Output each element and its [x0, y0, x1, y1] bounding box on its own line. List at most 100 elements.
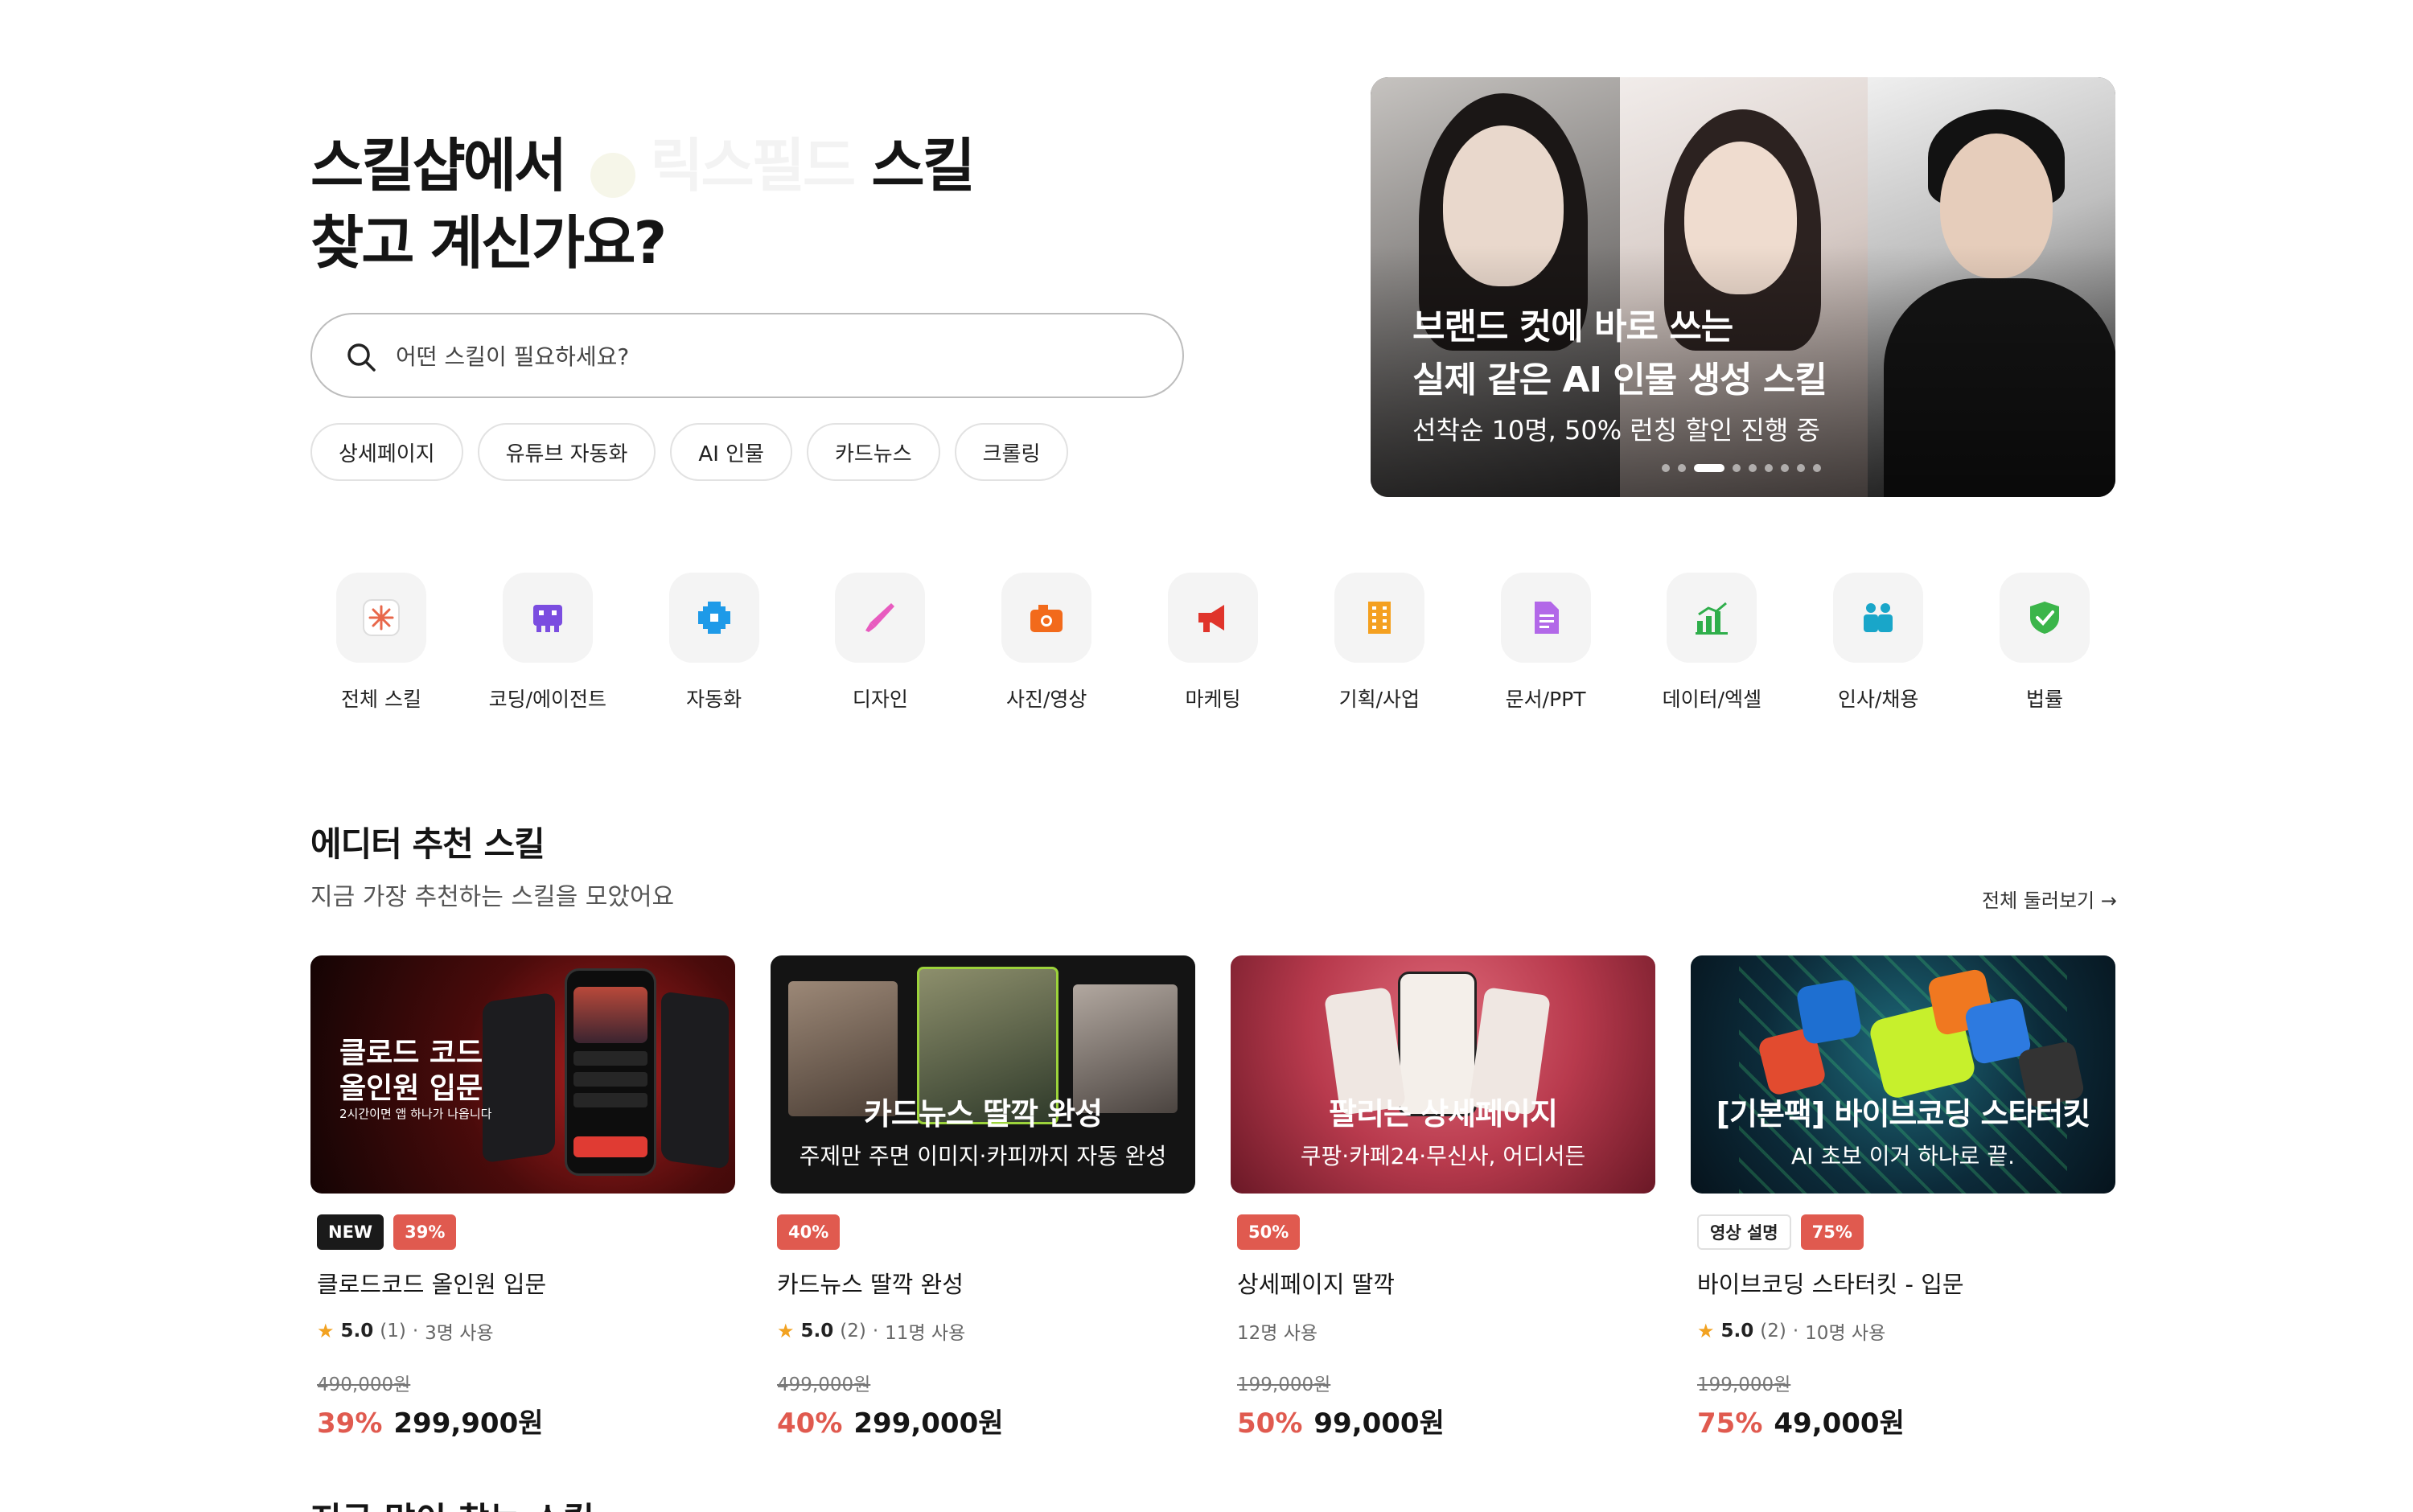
thumb-subtitle: AI 초보 이거 하나로 끝. — [1791, 1143, 2015, 1169]
category-label: 문서/PPT — [1505, 688, 1586, 711]
keyword-chip[interactable]: AI 인물 — [670, 423, 792, 481]
keyword-chip[interactable]: 크롤링 — [954, 423, 1069, 481]
discount-badge: 40% — [777, 1214, 841, 1250]
hero-title-suffix: 스킬 — [871, 132, 975, 199]
search-bar[interactable] — [310, 313, 1184, 398]
search-icon — [347, 343, 376, 372]
category-tile — [1001, 573, 1092, 663]
card-thumbnail: [기본팩] 바이브코딩 스타터킷 AI 초보 이거 하나로 끝. — [1691, 955, 2115, 1194]
megaphone-icon — [1198, 605, 1224, 632]
sale-price: 50% 99,000원 — [1231, 1401, 1655, 1440]
category-item[interactable]: 코딩/에이전트 — [477, 573, 619, 713]
video-badge: 영상 설명 — [1697, 1214, 1791, 1250]
card-meta: ★ 5.0 (2) · 11명 사용 — [771, 1317, 1195, 1345]
pagination-dot[interactable] — [1765, 464, 1773, 472]
category-item[interactable]: 전체 스킬 — [310, 573, 452, 713]
discount-badge: 75% — [1800, 1214, 1864, 1250]
category-tile — [1500, 573, 1591, 663]
category-label: 마케팅 — [1185, 688, 1241, 711]
robot-icon — [532, 605, 562, 632]
sale-price: 75% 49,000원 — [1691, 1401, 2115, 1440]
pagination-dot[interactable] — [1813, 464, 1821, 472]
category-tile — [336, 573, 426, 663]
price-value: 299,000원 — [853, 1407, 1004, 1440]
skill-card[interactable]: 클로드 코드 올인원 입문 2시간이면 앱 하나가 나옵니다 NEW 39% 클… — [310, 955, 735, 1440]
card-badges: 50% — [1231, 1214, 1655, 1250]
rating: 5.0 — [800, 1321, 834, 1341]
search-input[interactable] — [396, 332, 1120, 380]
keyword-chip[interactable]: 카드뉴스 — [806, 423, 940, 481]
user-count: 12명 사용 — [1237, 1323, 1318, 1344]
category-item[interactable]: 마케팅 — [1142, 573, 1284, 713]
thumb-subtitle: 2시간이면 앱 하나가 나옵니다 — [339, 1107, 492, 1121]
skill-card[interactable]: 카드뉴스 딸깍 완성 주제만 주면 이미지·카피까지 자동 완성 40% 카드뉴… — [771, 955, 1195, 1440]
pagination-dot[interactable] — [1694, 464, 1724, 472]
discount-rate: 39% — [317, 1407, 383, 1440]
category-item[interactable]: 인사/채용 — [1807, 573, 1949, 713]
category-label: 인사/채용 — [1837, 688, 1919, 711]
discount-rate: 40% — [777, 1407, 843, 1440]
new-badge: NEW — [317, 1214, 384, 1250]
category-item[interactable]: 기획/사업 — [1309, 573, 1450, 713]
card-meta: 12명 사용 — [1231, 1317, 1655, 1345]
camera-icon — [1030, 605, 1063, 632]
pagination-dot[interactable] — [1662, 464, 1670, 472]
meta-separator: · — [1792, 1321, 1799, 1341]
keyword-chip[interactable]: 유튜브 자동화 — [477, 423, 656, 481]
discount-badge: 39% — [393, 1214, 457, 1250]
original-price: 499,000원 — [777, 1374, 871, 1395]
pagination-dot[interactable] — [1678, 464, 1686, 472]
skill-card[interactable]: 팔리는 상세페이지 쿠팡·카페24·무신사, 어디서든 50% 상세페이지 딸깍… — [1231, 955, 1655, 1440]
rating: 5.0 — [340, 1321, 374, 1341]
next-section-title: 지금 많이 찾는 스킬 — [310, 1493, 594, 1512]
building-icon — [1367, 602, 1391, 634]
category-tile — [1667, 573, 1757, 663]
review-count: (2) — [840, 1321, 866, 1341]
thumb-subtitle: 주제만 주면 이미지·카피까지 자동 완성 — [799, 1143, 1167, 1169]
see-all-link[interactable]: 전체 둘러보기 → — [1982, 885, 2117, 913]
category-list: 전체 스킬 코딩/에이전트 자동화 디자인 사진/영상 마케팅 기획/사업 문서/PPT 데이터… — [310, 573, 2115, 713]
category-tile — [1833, 573, 1924, 663]
star-icon: ★ — [777, 1320, 795, 1342]
price-value: 49,000원 — [1774, 1407, 1905, 1440]
gear-icon — [697, 602, 730, 634]
card-thumbnail: 클로드 코드 올인원 입문 2시간이면 앱 하나가 나옵니다 — [310, 955, 735, 1194]
category-item[interactable]: 자동화 — [643, 573, 785, 713]
discount-rate: 75% — [1697, 1407, 1763, 1440]
category-item[interactable]: 법률 — [1974, 573, 2115, 713]
hero-title-rotating-word: 릭스필드 — [582, 132, 856, 199]
document-icon — [1534, 602, 1559, 634]
banner-headline-2: 실제 같은 AI 인물 생성 스킬 — [1412, 360, 1827, 401]
section-title: 에디터 추천 스킬 — [310, 824, 545, 864]
skill-card[interactable]: [기본팩] 바이브코딩 스타터킷 AI 초보 이거 하나로 끝. 영상 설명 7… — [1691, 955, 2115, 1440]
card-badges: 40% — [771, 1214, 1195, 1250]
promo-banner[interactable]: 브랜드 컷에 바로 쓰는 실제 같은 AI 인물 생성 스킬 선착순 10명, … — [1371, 77, 2115, 497]
category-item[interactable]: 디자인 — [809, 573, 951, 713]
phone-mockup — [565, 968, 656, 1176]
card-title: 클로드코드 올인원 입문 — [317, 1271, 547, 1298]
thumb-title: 팔리는 상세페이지 — [1329, 1096, 1558, 1132]
keyword-chip[interactable]: 상세페이지 — [310, 423, 463, 481]
category-item[interactable]: 문서/PPT — [1475, 573, 1617, 713]
category-tile — [835, 573, 926, 663]
category-tile — [1999, 573, 2090, 663]
card-thumbnail: 카드뉴스 딸깍 완성 주제만 주면 이미지·카피까지 자동 완성 — [771, 955, 1195, 1194]
pagination-dot[interactable] — [1797, 464, 1805, 472]
category-label: 사진/영상 — [1005, 688, 1087, 711]
pagination-dot[interactable] — [1781, 464, 1789, 472]
price-value: 299,900원 — [393, 1407, 544, 1440]
review-count: (1) — [380, 1321, 406, 1341]
brush-icon — [865, 603, 895, 632]
card-badges: NEW 39% — [310, 1214, 735, 1250]
pagination-dot[interactable] — [1749, 464, 1757, 472]
category-item[interactable]: 데이터/엑셀 — [1641, 573, 1782, 713]
card-thumbnail: 팔리는 상세페이지 쿠팡·카페24·무신사, 어디서든 — [1231, 955, 1655, 1194]
original-price: 199,000원 — [1697, 1374, 1791, 1395]
pagination-dot[interactable] — [1733, 464, 1741, 472]
user-count: 11명 사용 — [885, 1323, 966, 1344]
category-item[interactable]: 사진/영상 — [976, 573, 1117, 713]
card-title: 카드뉴스 딸깍 완성 — [777, 1271, 964, 1298]
star-icon: ★ — [1697, 1320, 1715, 1342]
user-count: 10명 사용 — [1805, 1323, 1886, 1344]
category-label: 데이터/엑셀 — [1662, 688, 1762, 711]
